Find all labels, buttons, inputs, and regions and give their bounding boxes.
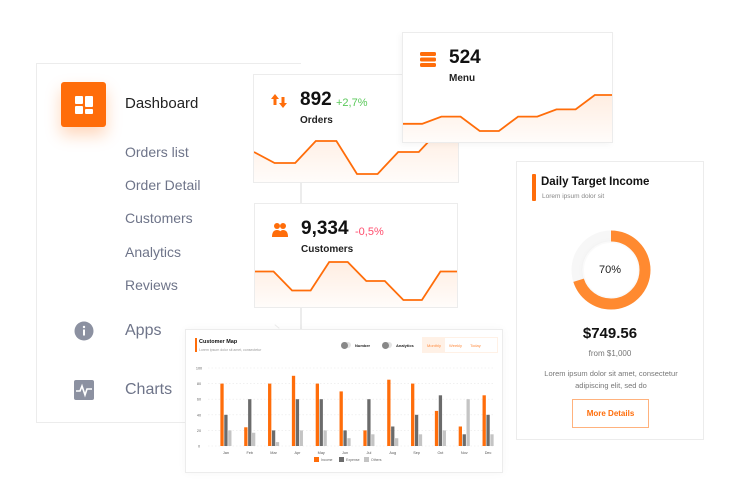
pulse-chart-icon [74, 380, 94, 400]
bar-income-nov [458, 426, 462, 446]
bar-expense-jun [343, 430, 347, 446]
bar-others-sep [418, 434, 423, 446]
sidebar-item-apps[interactable]: Apps [125, 322, 161, 340]
x-tick-label: May [318, 451, 325, 455]
customer-map-card: Customer Map Lorem ipsum dolor sit amet,… [185, 329, 503, 473]
sidebar-item-charts[interactable]: Charts [125, 381, 172, 399]
orders-value: 892 [300, 89, 332, 110]
x-tick-label: Jan [223, 451, 229, 455]
y-tick-label: 40 [197, 413, 201, 417]
bar-others-dec [490, 434, 494, 446]
x-tick-label: Feb [246, 451, 253, 455]
x-tick-label: Jul [366, 451, 371, 455]
bar-expense-sep [414, 414, 419, 446]
arrows-up-down-icon [271, 93, 289, 111]
bar-expense-feb [248, 399, 252, 446]
title-accent-bar [532, 174, 536, 201]
customers-value: 9,334 [301, 218, 349, 239]
y-tick-label: 20 [197, 429, 201, 433]
bar-expense-mar [271, 430, 276, 446]
x-tick-label: Nov [461, 451, 468, 455]
bar-expense-oct [438, 395, 443, 446]
bar-others-may [323, 430, 327, 446]
y-tick-label: 0 [198, 445, 200, 449]
bar-expense-may [319, 399, 323, 446]
legend-swatch-others [364, 457, 369, 462]
x-tick-label: Jun [342, 451, 348, 455]
bar-income-aug [387, 379, 391, 446]
bar-income-jan [220, 383, 224, 446]
connector-line [300, 308, 302, 330]
y-tick-label: 80 [197, 382, 201, 386]
customers-delta: -0,5% [355, 226, 384, 238]
bar-others-nov [466, 399, 470, 446]
bar-others-mar [275, 442, 280, 446]
x-tick-label: Apr [294, 451, 301, 455]
sidebar-item-dashboard[interactable]: Dashboard [125, 95, 198, 112]
bar-income-jun [339, 391, 343, 446]
bar-others-apr [299, 430, 303, 446]
bar-income-may [315, 383, 319, 446]
bar-income-jul [363, 430, 367, 446]
legend-label-others: Others [371, 458, 382, 462]
bar-income-apr [291, 375, 296, 446]
users-icon [272, 222, 290, 240]
income-percent: 70% [598, 264, 622, 276]
y-tick-label: 100 [196, 367, 202, 371]
info-icon [74, 321, 94, 341]
more-details-button[interactable]: More Details [572, 399, 649, 428]
legend-label-expense: Expense [346, 458, 360, 462]
bar-others-jul [371, 434, 375, 446]
x-tick-label: Aug [389, 451, 396, 455]
dashboard-grid-icon[interactable] [61, 82, 106, 127]
menu-label: Menu [449, 73, 476, 84]
orders-delta: +2,7% [336, 97, 368, 109]
bar-expense-aug [391, 426, 395, 446]
customers-sparkline [255, 261, 457, 307]
legend-swatch-income [314, 457, 319, 462]
x-tick-label: Sep [413, 451, 420, 455]
bar-expense-dec [486, 414, 490, 446]
x-tick-label: Oct [437, 451, 444, 455]
bar-expense-jul [367, 399, 371, 446]
legend-swatch-expense [339, 457, 344, 462]
bar-others-jun [347, 438, 351, 446]
income-amount: $749.56 [582, 325, 638, 342]
connector-line [300, 183, 302, 203]
legend-label-income: Income [321, 458, 333, 462]
sidebar-item-order-detail[interactable]: Order Detail [125, 177, 200, 193]
bar-income-sep [411, 383, 415, 446]
income-title: Daily Target Income [541, 176, 650, 188]
menu-sparkline [403, 94, 612, 142]
x-tick-label: Mar [270, 451, 277, 455]
x-tick-label: Dec [485, 451, 492, 455]
bar-income-feb [244, 427, 248, 446]
customer-map-bar-chart: 0 20 40 60 80 100 Jan Feb Mar Apr May Jun Jul Aug Sep O… [196, 367, 494, 462]
y-tick-label: 60 [197, 398, 201, 402]
bar-others-oct [442, 430, 446, 446]
bar-expense-nov [462, 434, 466, 446]
bar-others-aug [395, 438, 399, 446]
menu-stat-card[interactable]: 524 Menu [402, 32, 613, 143]
bar-income-oct [434, 410, 439, 446]
menu-stack-icon [420, 51, 438, 69]
sidebar-item-customers[interactable]: Customers [125, 210, 193, 226]
income-subtitle: Lorem ipsum dolor sit [542, 193, 605, 200]
income-description: Lorem ipsum dolor sit amet, consectetur … [544, 369, 678, 390]
sidebar-item-analytics[interactable]: Analytics [125, 244, 181, 260]
daily-target-income-card: Daily Target Income Lorem ipsum dolor si… [516, 161, 704, 440]
bar-others-feb [252, 432, 256, 446]
sidebar-item-orders-list[interactable]: Orders list [125, 144, 189, 160]
bar-others-jan [228, 430, 232, 446]
bar-income-dec [482, 395, 486, 446]
bar-expense-jan [224, 414, 228, 446]
income-target: from $1,000 [588, 349, 632, 358]
menu-value: 524 [449, 47, 481, 68]
customers-stat-card[interactable]: 9,334 -0,5% Customers [254, 203, 458, 308]
sidebar-item-reviews[interactable]: Reviews [125, 277, 178, 293]
bar-income-mar [268, 383, 272, 446]
bar-expense-apr [295, 399, 300, 446]
